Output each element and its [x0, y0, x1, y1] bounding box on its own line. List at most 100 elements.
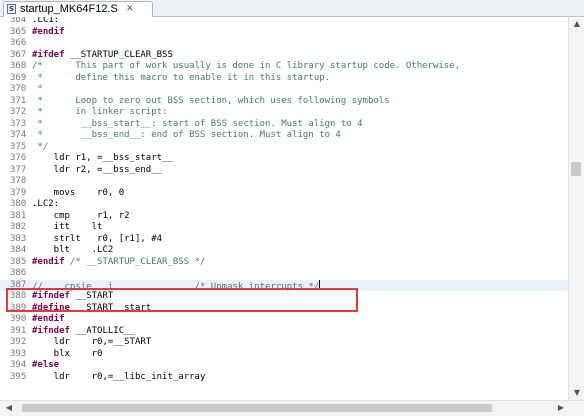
code-token: blx r0 — [32, 348, 103, 359]
code-text: * — [32, 84, 42, 95]
line-number: 364 — [10, 17, 27, 25]
code-line[interactable]: 390 #endif — [0, 314, 568, 325]
preprocessor-keyword: #ifndef — [32, 325, 70, 336]
code-line[interactable]: 366 — [0, 38, 568, 49]
code-token: ldr r2, =__bss_end__ — [32, 164, 163, 175]
code-text: * define this macro to enable it in this… — [32, 73, 330, 84]
code-text: .LC2: — [32, 199, 59, 210]
file-tab[interactable]: S startup_MK64F12.S ✕ — [3, 1, 153, 17]
code-line[interactable]: 375 */ — [0, 142, 568, 153]
code-token: movs r0, 0 — [32, 187, 125, 198]
code-text: #endif — [32, 314, 65, 325]
code-token: strlt r0, [r1], #4 — [32, 233, 163, 244]
code-line[interactable]: 380 .LC2: — [0, 199, 568, 210]
line-number: 366 — [10, 38, 27, 48]
code-token: blt .LC2 — [32, 245, 114, 255]
code-token: ldr r0,=__START — [32, 337, 152, 347]
code-line[interactable]: 367 #ifdef __STARTUP_CLEAR_BSS — [0, 50, 568, 61]
code-line[interactable]: 394 #else — [0, 360, 568, 371]
vertical-scrollbar[interactable]: ▲ ▼ — [568, 17, 584, 400]
code-comment: * __bss_end__: end of BSS section. Must … — [32, 130, 341, 140]
code-line[interactable]: 395 ldr r0,=__libc_init_array — [0, 372, 568, 383]
code-text: cmp r1, r2 — [32, 211, 130, 222]
code-line[interactable]: 379 movs r0, 0 — [0, 188, 568, 199]
code-token: ldr r0,=__libc_init_array — [32, 371, 206, 382]
assembly-file-icon: S — [7, 4, 16, 14]
code-line[interactable]: 378 — [0, 176, 568, 187]
annotation-highlight-box — [6, 288, 358, 312]
code-line[interactable]: 393 blx r0 — [0, 349, 568, 360]
line-number: 377 — [10, 164, 27, 175]
preprocessor-keyword: #ifdef — [32, 49, 65, 60]
code-text: /* This part of work usually is done in … — [32, 61, 460, 72]
code-line[interactable]: 365 #endif — [0, 27, 568, 38]
preprocessor-keyword: #endif — [32, 26, 65, 37]
line-number: 374 — [10, 130, 27, 140]
code-line[interactable]: 371 * Loop to zero out BSS section, whic… — [0, 96, 568, 107]
line-number: 375 — [10, 141, 27, 152]
code-editor[interactable]: 364 .LC1: 365 #endif 366 367 #ifdef __STARTUP_… — [0, 17, 568, 400]
line-number: 385 — [10, 256, 27, 267]
code-token: ldr r1, =__bss_start__ — [32, 153, 173, 163]
code-line[interactable]: 377 ldr r2, =__bss_end__ — [0, 165, 568, 176]
line-number: 367 — [10, 49, 27, 60]
code-line[interactable]: 381 cmp r1, r2 — [0, 211, 568, 222]
code-line[interactable]: 372 * in linker script: — [0, 107, 568, 118]
preprocessor-keyword: #endif — [32, 256, 65, 267]
line-number: 390 — [10, 314, 27, 324]
line-number: 381 — [10, 210, 27, 221]
code-token: .LC1: — [32, 17, 60, 25]
line-number: 376 — [10, 153, 27, 163]
code-line[interactable]: 383 strlt r0, [r1], #4 — [0, 234, 568, 245]
code-line[interactable]: 385 #endif /* __STARTUP_CLEAR_BSS */ — [0, 257, 568, 268]
code-token: __ATOLLIC__ — [69, 325, 135, 336]
code-comment: * in linker script: — [32, 107, 168, 117]
code-line[interactable]: 386 — [0, 268, 568, 279]
code-text: .LC1: — [32, 17, 59, 26]
code-text: blt .LC2 — [32, 245, 114, 256]
code-line[interactable]: 373 * __bss_start__: start of BSS sectio… — [0, 119, 568, 130]
horizontal-scroll-thumb[interactable] — [22, 404, 492, 412]
scroll-right-icon[interactable]: ▶ — [556, 403, 566, 413]
code-line[interactable]: 391 #ifndef __ATOLLIC__ — [0, 326, 568, 337]
code-text: #endif — [32, 27, 65, 38]
code-line[interactable]: 369 * define this macro to enable it in … — [0, 73, 568, 84]
line-number: 384 — [10, 245, 27, 255]
code-token: cmp r1, r2 — [32, 210, 130, 221]
code-text: * __bss_start__: start of BSS section. M… — [32, 118, 363, 130]
code-text: * in linker script: — [32, 107, 167, 118]
close-icon[interactable]: ✕ — [126, 2, 134, 16]
code-token: .LC2: — [32, 199, 60, 209]
line-number: 371 — [10, 95, 27, 106]
code-comment: /* This part of work usually is done in … — [32, 61, 461, 71]
code-text: #ifdef __STARTUP_CLEAR_BSS — [32, 50, 173, 61]
scroll-down-icon[interactable]: ▼ — [572, 388, 582, 398]
vertical-scroll-thumb[interactable] — [571, 162, 581, 176]
code-line[interactable]: 376 ldr r1, =__bss_start__ — [0, 153, 568, 164]
code-comment: * __bss_start__: start of BSS section. M… — [32, 118, 363, 129]
code-comment: /* __STARTUP_CLEAR_BSS */ — [64, 256, 206, 267]
line-number: 394 — [10, 360, 27, 370]
code-line[interactable]: 370 * — [0, 84, 568, 95]
code-line[interactable]: 392 ldr r0,=__START — [0, 337, 568, 348]
horizontal-scrollbar[interactable]: ◀ ▶ — [0, 400, 584, 416]
code-text: ldr r0,=__libc_init_array — [32, 371, 206, 383]
code-line[interactable]: 364 .LC1: — [0, 17, 568, 26]
line-number: 372 — [10, 107, 27, 117]
line-number: 395 — [10, 371, 27, 382]
code-line[interactable]: 382 itt lt — [0, 222, 568, 233]
code-text: movs r0, 0 — [32, 188, 124, 199]
code-line[interactable]: 368 /* This part of work usually is done … — [0, 61, 568, 72]
code-text: */ — [32, 142, 48, 153]
line-number: 370 — [10, 84, 27, 94]
line-number: 368 — [10, 61, 27, 71]
scroll-up-icon[interactable]: ▲ — [572, 19, 582, 29]
code-line[interactable]: 384 blt .LC2 — [0, 245, 568, 256]
code-token: __STARTUP_CLEAR_BSS — [64, 49, 173, 60]
code-text: #ifndef __ATOLLIC__ — [32, 326, 135, 337]
scroll-left-icon[interactable]: ◀ — [4, 403, 14, 413]
preprocessor-keyword: #endif — [32, 314, 65, 324]
code-line[interactable]: 374 * __bss_end__: end of BSS section. M… — [0, 130, 568, 141]
preprocessor-keyword: #else — [32, 360, 60, 370]
line-number: 373 — [10, 118, 27, 129]
